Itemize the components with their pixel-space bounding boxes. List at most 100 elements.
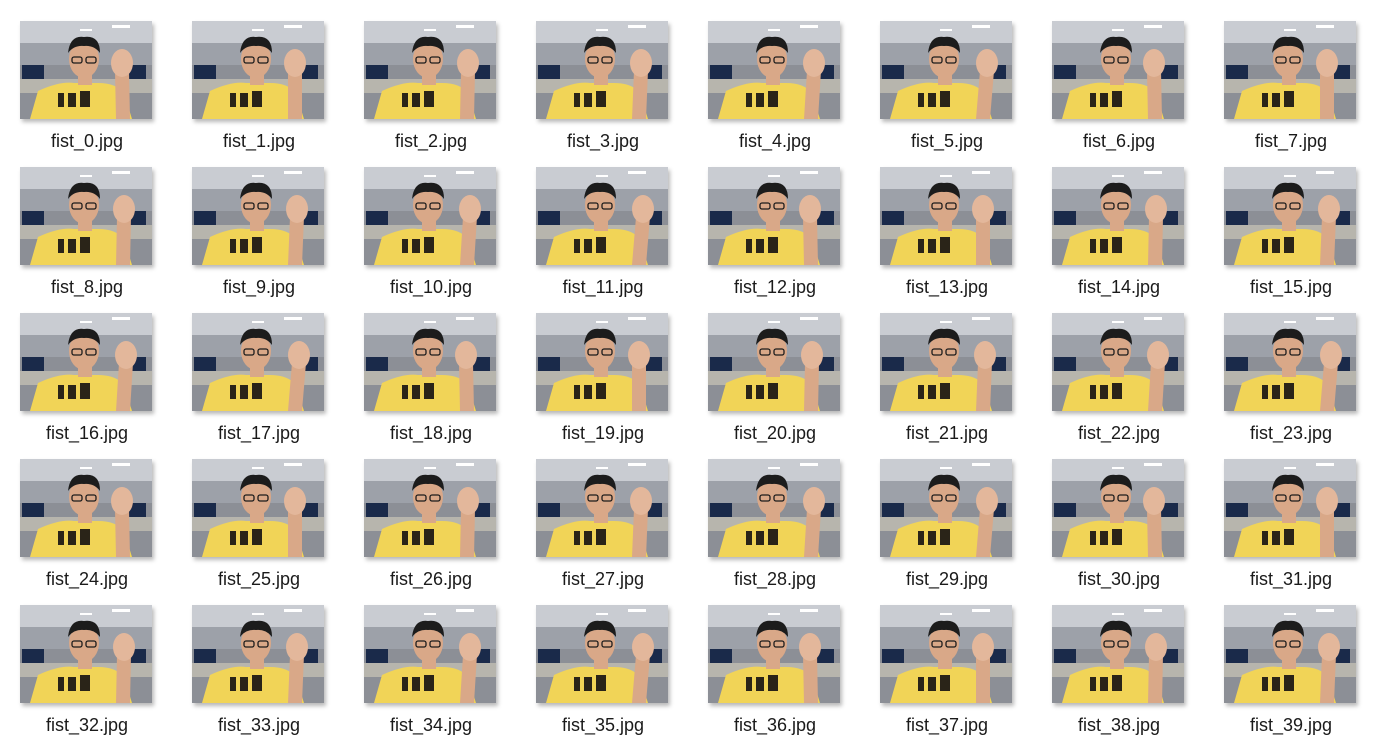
photo-thumbnail[interactable]	[708, 313, 840, 411]
file-name-label[interactable]: fist_13.jpg	[862, 277, 1032, 298]
file-item[interactable]: fist_36.jpg	[704, 605, 864, 745]
file-item[interactable]: fist_15.jpg	[1220, 167, 1380, 307]
file-name-label[interactable]: fist_21.jpg	[862, 423, 1032, 444]
file-name-label[interactable]: fist_22.jpg	[1034, 423, 1204, 444]
file-item[interactable]: fist_24.jpg	[16, 459, 176, 599]
photo-thumbnail[interactable]	[20, 313, 152, 411]
file-name-label[interactable]: fist_3.jpg	[518, 131, 688, 152]
file-name-label[interactable]: fist_23.jpg	[1206, 423, 1376, 444]
photo-thumbnail[interactable]	[880, 605, 1012, 703]
file-item[interactable]: fist_35.jpg	[532, 605, 692, 745]
photo-thumbnail[interactable]	[536, 313, 668, 411]
file-item[interactable]: fist_18.jpg	[360, 313, 520, 453]
photo-thumbnail[interactable]	[192, 21, 324, 119]
photo-thumbnail[interactable]	[364, 21, 496, 119]
file-name-label[interactable]: fist_19.jpg	[518, 423, 688, 444]
file-name-label[interactable]: fist_16.jpg	[2, 423, 172, 444]
photo-thumbnail[interactable]	[1052, 605, 1184, 703]
file-name-label[interactable]: fist_33.jpg	[174, 715, 344, 736]
photo-thumbnail[interactable]	[20, 459, 152, 557]
photo-thumbnail[interactable]	[708, 459, 840, 557]
photo-thumbnail[interactable]	[20, 167, 152, 265]
photo-thumbnail[interactable]	[1224, 21, 1356, 119]
file-name-label[interactable]: fist_5.jpg	[862, 131, 1032, 152]
file-name-label[interactable]: fist_15.jpg	[1206, 277, 1376, 298]
file-name-label[interactable]: fist_0.jpg	[2, 131, 172, 152]
file-name-label[interactable]: fist_30.jpg	[1034, 569, 1204, 590]
photo-thumbnail[interactable]	[364, 459, 496, 557]
file-item[interactable]: fist_38.jpg	[1048, 605, 1208, 745]
file-item[interactable]: fist_29.jpg	[876, 459, 1036, 599]
photo-thumbnail[interactable]	[536, 605, 668, 703]
photo-thumbnail[interactable]	[880, 313, 1012, 411]
photo-thumbnail[interactable]	[1224, 167, 1356, 265]
file-name-label[interactable]: fist_32.jpg	[2, 715, 172, 736]
file-name-label[interactable]: fist_26.jpg	[346, 569, 516, 590]
photo-thumbnail[interactable]	[20, 21, 152, 119]
file-item[interactable]: fist_16.jpg	[16, 313, 176, 453]
photo-thumbnail[interactable]	[536, 167, 668, 265]
file-item[interactable]: fist_8.jpg	[16, 167, 176, 307]
file-name-label[interactable]: fist_28.jpg	[690, 569, 860, 590]
file-item[interactable]: fist_2.jpg	[360, 21, 520, 161]
photo-thumbnail[interactable]	[20, 605, 152, 703]
file-item[interactable]: fist_28.jpg	[704, 459, 864, 599]
photo-thumbnail[interactable]	[1052, 167, 1184, 265]
file-item[interactable]: fist_14.jpg	[1048, 167, 1208, 307]
file-item[interactable]: fist_4.jpg	[704, 21, 864, 161]
file-item[interactable]: fist_37.jpg	[876, 605, 1036, 745]
file-name-label[interactable]: fist_25.jpg	[174, 569, 344, 590]
file-item[interactable]: fist_19.jpg	[532, 313, 692, 453]
file-item[interactable]: fist_31.jpg	[1220, 459, 1380, 599]
file-item[interactable]: fist_1.jpg	[188, 21, 348, 161]
file-name-label[interactable]: fist_1.jpg	[174, 131, 344, 152]
photo-thumbnail[interactable]	[192, 605, 324, 703]
file-item[interactable]: fist_13.jpg	[876, 167, 1036, 307]
file-item[interactable]: fist_12.jpg	[704, 167, 864, 307]
photo-thumbnail[interactable]	[708, 21, 840, 119]
file-name-label[interactable]: fist_31.jpg	[1206, 569, 1376, 590]
file-name-label[interactable]: fist_10.jpg	[346, 277, 516, 298]
file-item[interactable]: fist_9.jpg	[188, 167, 348, 307]
file-name-label[interactable]: fist_2.jpg	[346, 131, 516, 152]
file-name-label[interactable]: fist_9.jpg	[174, 277, 344, 298]
file-name-label[interactable]: fist_6.jpg	[1034, 131, 1204, 152]
file-name-label[interactable]: fist_18.jpg	[346, 423, 516, 444]
file-item[interactable]: fist_17.jpg	[188, 313, 348, 453]
photo-thumbnail[interactable]	[708, 167, 840, 265]
file-name-label[interactable]: fist_20.jpg	[690, 423, 860, 444]
file-item[interactable]: fist_33.jpg	[188, 605, 348, 745]
file-name-label[interactable]: fist_34.jpg	[346, 715, 516, 736]
file-name-label[interactable]: fist_38.jpg	[1034, 715, 1204, 736]
file-name-label[interactable]: fist_11.jpg	[518, 277, 688, 298]
photo-thumbnail[interactable]	[708, 605, 840, 703]
photo-thumbnail[interactable]	[192, 459, 324, 557]
photo-thumbnail[interactable]	[1224, 459, 1356, 557]
photo-thumbnail[interactable]	[1224, 605, 1356, 703]
file-item[interactable]: fist_6.jpg	[1048, 21, 1208, 161]
photo-thumbnail[interactable]	[364, 605, 496, 703]
file-name-label[interactable]: fist_4.jpg	[690, 131, 860, 152]
photo-thumbnail[interactable]	[536, 21, 668, 119]
file-name-label[interactable]: fist_12.jpg	[690, 277, 860, 298]
photo-thumbnail[interactable]	[880, 459, 1012, 557]
file-item[interactable]: fist_3.jpg	[532, 21, 692, 161]
file-item[interactable]: fist_0.jpg	[16, 21, 176, 161]
photo-thumbnail[interactable]	[880, 167, 1012, 265]
file-name-label[interactable]: fist_29.jpg	[862, 569, 1032, 590]
photo-thumbnail[interactable]	[880, 21, 1012, 119]
file-item[interactable]: fist_11.jpg	[532, 167, 692, 307]
photo-thumbnail[interactable]	[1052, 313, 1184, 411]
photo-thumbnail[interactable]	[1224, 313, 1356, 411]
file-item[interactable]: fist_32.jpg	[16, 605, 176, 745]
file-item[interactable]: fist_39.jpg	[1220, 605, 1380, 745]
file-item[interactable]: fist_7.jpg	[1220, 21, 1380, 161]
file-item[interactable]: fist_10.jpg	[360, 167, 520, 307]
photo-thumbnail[interactable]	[364, 167, 496, 265]
photo-thumbnail[interactable]	[536, 459, 668, 557]
file-name-label[interactable]: fist_35.jpg	[518, 715, 688, 736]
file-name-label[interactable]: fist_14.jpg	[1034, 277, 1204, 298]
file-name-label[interactable]: fist_17.jpg	[174, 423, 344, 444]
file-item[interactable]: fist_25.jpg	[188, 459, 348, 599]
photo-thumbnail[interactable]	[192, 313, 324, 411]
